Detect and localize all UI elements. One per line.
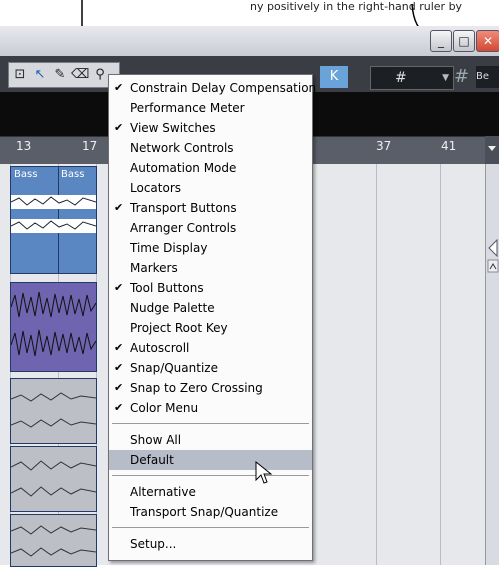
menu-separator bbox=[112, 475, 309, 476]
menu-item-transport-snap-quantize[interactable]: Transport Snap/Quantize bbox=[109, 502, 312, 522]
close-button[interactable]: ✕ bbox=[476, 30, 499, 52]
menu-item-network-controls[interactable]: Network Controls bbox=[109, 138, 312, 158]
pencil-icon[interactable]: ✎ bbox=[51, 66, 69, 84]
check-icon: ✔ bbox=[114, 81, 124, 94]
menu-item-time-display[interactable]: Time Display bbox=[109, 238, 312, 258]
menu-item-locators[interactable]: Locators bbox=[109, 178, 312, 198]
menu-item-tool-buttons[interactable]: ✔ Tool Buttons bbox=[109, 278, 312, 298]
menu-item-alternative[interactable]: Alternative bbox=[109, 482, 312, 502]
check-icon: ✔ bbox=[114, 361, 124, 374]
menu-item-arranger-controls[interactable]: Arranger Controls bbox=[109, 218, 312, 238]
maximize-button[interactable]: □ bbox=[453, 30, 475, 52]
menu-item-automation-mode[interactable]: Automation Mode bbox=[109, 158, 312, 178]
zoom-icon[interactable]: ⚲ bbox=[91, 66, 109, 84]
menu-item-default[interactable]: Default bbox=[109, 450, 312, 470]
eraser-icon[interactable]: ⌫ bbox=[71, 66, 89, 84]
range-select-icon[interactable]: ⊡ bbox=[11, 66, 29, 84]
audio-clip-purple[interactable] bbox=[10, 282, 97, 372]
menu-separator bbox=[112, 423, 309, 424]
snap-type-select[interactable]: # ▼ bbox=[370, 66, 454, 90]
menu-item-snap-quantize[interactable]: ✔ Snap/Quantize bbox=[109, 358, 312, 378]
audio-clip-gray-1[interactable] bbox=[10, 378, 97, 444]
snap-grid-icon: # bbox=[395, 70, 407, 86]
mouse-cursor-icon bbox=[255, 461, 273, 484]
bass-clip[interactable]: Bass Bass bbox=[10, 166, 97, 274]
ruler-tick: 41 bbox=[441, 139, 457, 153]
menu-item-color-menu[interactable]: ✔ Color Menu bbox=[109, 398, 312, 418]
menu-item-performance-meter[interactable]: Performance Meter bbox=[109, 98, 312, 118]
grid-type-label[interactable]: Be bbox=[476, 66, 499, 88]
check-icon: ✔ bbox=[114, 341, 124, 354]
audio-clip-gray-3[interactable] bbox=[10, 514, 97, 567]
check-icon: ✔ bbox=[114, 121, 124, 134]
k-button[interactable]: K bbox=[320, 66, 348, 88]
grid-type-icon[interactable]: # bbox=[454, 66, 474, 88]
menu-item-show-all[interactable]: Show All bbox=[109, 430, 312, 450]
object-select-icon[interactable]: ↖ bbox=[31, 66, 49, 84]
menu-item-markers[interactable]: Markers bbox=[109, 258, 312, 278]
ruler-tick: 13 bbox=[16, 139, 32, 153]
audio-clip-gray-2[interactable] bbox=[10, 446, 97, 512]
check-icon: ✔ bbox=[114, 401, 124, 414]
check-icon: ✔ bbox=[114, 281, 124, 294]
toolbar-context-menu: ✔ Constrain Delay Compensation Performanc… bbox=[108, 74, 316, 561]
check-icon: ✔ bbox=[114, 381, 124, 394]
ruler-tick: 17 bbox=[82, 139, 98, 153]
menu-separator bbox=[112, 527, 309, 528]
ruler-menu-button[interactable] bbox=[485, 136, 499, 164]
minimize-button[interactable]: _ bbox=[430, 30, 452, 52]
check-icon: ✔ bbox=[114, 201, 124, 214]
menu-item-setup[interactable]: Setup... bbox=[109, 534, 312, 554]
menu-item-project-root-key[interactable]: Project Root Key bbox=[109, 318, 312, 338]
menu-item-view-switches[interactable]: ✔ View Switches bbox=[109, 118, 312, 138]
menu-item-constrain-delay-compensation[interactable]: ✔ Constrain Delay Compensation bbox=[109, 78, 316, 98]
menu-item-autoscroll[interactable]: ✔ Autoscroll bbox=[109, 338, 312, 358]
vertical-zoom-scrollbar[interactable] bbox=[485, 164, 499, 565]
menu-item-nudge-palette[interactable]: Nudge Palette bbox=[109, 298, 312, 318]
menu-item-snap-to-zero-crossing[interactable]: ✔ Snap to Zero Crossing bbox=[109, 378, 312, 398]
ruler-tick: 37 bbox=[376, 139, 392, 153]
chevron-down-icon: ▼ bbox=[442, 73, 449, 83]
tool-buttons-strip: ⊡ ↖ ✎ ⌫ ⚲ bbox=[8, 62, 120, 88]
title-bar bbox=[0, 26, 499, 57]
menu-item-transport-buttons[interactable]: ✔ Transport Buttons bbox=[109, 198, 312, 218]
